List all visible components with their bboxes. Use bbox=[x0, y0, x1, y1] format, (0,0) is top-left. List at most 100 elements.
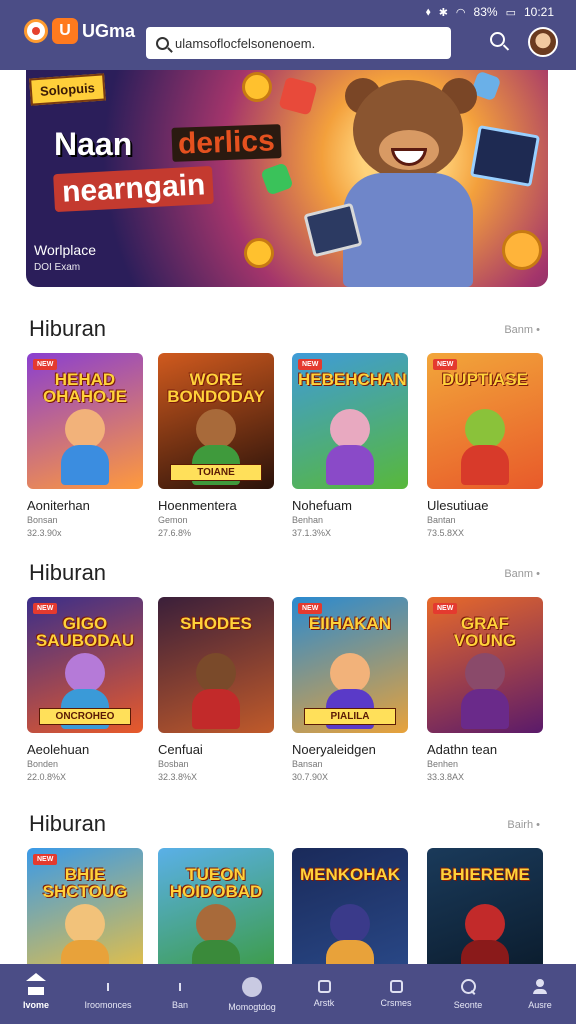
nav-item[interactable]: Arstk bbox=[288, 964, 360, 1024]
nav-item[interactable]: Iroomonces bbox=[72, 964, 144, 1024]
game-category: Bansan bbox=[292, 759, 323, 769]
nav-item[interactable]: Crsmes bbox=[360, 964, 432, 1024]
character-icon bbox=[196, 904, 236, 944]
hero-banner[interactable]: Solopuis Naan derlics nearngain Worlplac… bbox=[26, 70, 548, 287]
notification-icon: ⬧ bbox=[425, 5, 431, 18]
nav-item[interactable]: Seonte bbox=[432, 964, 504, 1024]
nav-label: Ban bbox=[171, 999, 188, 1010]
new-badge: NEW bbox=[33, 854, 58, 865]
character-icon bbox=[465, 904, 505, 944]
character-icon bbox=[65, 904, 105, 944]
game-card[interactable]: SHODES Cenfuai Bosban 32.3.8%X bbox=[158, 597, 274, 783]
avatar[interactable] bbox=[528, 27, 558, 57]
game-name[interactable]: Nohefuam bbox=[292, 498, 408, 513]
section-title: Hiburan bbox=[29, 811, 107, 836]
game-name[interactable]: Aeolehuan bbox=[27, 742, 143, 757]
nav-label: Ausre bbox=[528, 999, 552, 1010]
section-more-link[interactable]: Bairh • bbox=[507, 819, 540, 831]
game-category: Gemon bbox=[158, 515, 188, 525]
game-name[interactable]: Hoenmentera bbox=[158, 498, 274, 513]
game-card[interactable]: NEW HEBEHCHAN Nohefuam Benhan 37.1.3%X bbox=[292, 353, 408, 539]
game-art-title: SHODES bbox=[180, 614, 252, 633]
top-header: ⬧ ✱ ◠ 83% ▭ 10:21 U UGma bbox=[0, 0, 576, 70]
banner-ribbon: Solopuis bbox=[29, 73, 106, 106]
character-icon bbox=[465, 409, 505, 449]
new-badge: NEW bbox=[298, 603, 323, 614]
banner-title-line2: nearngain bbox=[53, 165, 215, 213]
game-category: Bosban bbox=[158, 759, 189, 769]
game-thumbnail[interactable]: NEW GIGO SAUBODAU ONCROHEO bbox=[27, 597, 143, 733]
banner-title-part1: Naan bbox=[54, 126, 133, 162]
new-badge: NEW bbox=[433, 359, 458, 370]
game-thumbnail[interactable]: NEW EIIHAKAN PIALILA bbox=[292, 597, 408, 733]
character-body-icon bbox=[461, 445, 509, 485]
banner-subtitle: Worlplace bbox=[34, 242, 96, 258]
nav-item[interactable]: Ivome bbox=[0, 964, 72, 1024]
header-search-icon[interactable] bbox=[490, 32, 510, 52]
game-name[interactable]: Adathn tean bbox=[427, 742, 543, 757]
game-thumbnail[interactable]: NEW DUPTIASE bbox=[427, 353, 543, 489]
more-dot-icon: • bbox=[536, 324, 540, 336]
square-icon bbox=[317, 980, 331, 993]
search-icon bbox=[460, 978, 476, 995]
game-art-banner: TOIANE bbox=[170, 464, 262, 481]
game-category: Bonsan bbox=[27, 515, 58, 525]
game-card[interactable]: WORE BONDODAY TOIANE Hoenmentera Gemon 27.6.… bbox=[158, 353, 274, 539]
game-name[interactable]: Aoniterhan bbox=[27, 498, 143, 513]
app-logo[interactable]: U UGma bbox=[24, 18, 135, 44]
section-more-link[interactable]: Banm • bbox=[504, 568, 540, 580]
game-art-title: WORE BONDODAY bbox=[167, 370, 265, 406]
circle-icon bbox=[242, 976, 262, 997]
game-rating: 30.7.90X bbox=[292, 772, 329, 782]
character-body-icon bbox=[192, 689, 240, 729]
game-card[interactable]: NEW EIIHAKAN PIALILA Noeryaleidgen Bansan 30.… bbox=[292, 597, 408, 783]
game-rating: 73.5.8XX bbox=[427, 528, 465, 538]
game-thumbnail[interactable]: SHODES bbox=[158, 597, 274, 733]
game-thumbnail[interactable]: WORE BONDODAY TOIANE bbox=[158, 353, 274, 489]
game-rating: 37.1.3%X bbox=[292, 528, 332, 538]
game-category: Bonden bbox=[27, 759, 59, 769]
battery-percent: 83% bbox=[473, 5, 498, 19]
character-icon bbox=[465, 653, 505, 693]
game-art-title: GIGO SAUBODAU bbox=[35, 614, 135, 650]
nav-item[interactable]: Ausre bbox=[504, 964, 576, 1024]
game-art-title: HEHAD OHAHOJE bbox=[42, 370, 128, 406]
character-body-icon bbox=[461, 689, 509, 729]
logo-badge-icon: U bbox=[52, 18, 78, 44]
section-more-link[interactable]: Banm • bbox=[504, 324, 540, 336]
section-title: Hiburan bbox=[29, 560, 107, 585]
game-card[interactable]: NEW GRAF VOUNG Adathn tean Benhen 33.3.8AX bbox=[427, 597, 543, 783]
game-thumbnail[interactable]: NEW GRAF VOUNG bbox=[427, 597, 543, 733]
bluetooth-icon: ✱ bbox=[438, 6, 448, 19]
game-rating: 33.3.8AX bbox=[427, 772, 465, 782]
game-name[interactable]: Noeryaleidgen bbox=[292, 742, 408, 757]
game-card[interactable]: NEW HEHAD OHAHOJE Aoniterhan Bonsan 32.3.90x bbox=[27, 353, 143, 539]
game-art-banner: PIALILA bbox=[304, 708, 396, 725]
game-card[interactable]: NEW DUPTIASE Ulesutiuae Bantan 73.5.8XX bbox=[427, 353, 543, 539]
search-input[interactable] bbox=[175, 35, 445, 51]
game-art-title: GRAF VOUNG bbox=[453, 614, 517, 650]
game-rating: 22.0.8%X bbox=[27, 772, 67, 782]
more-dot-icon: • bbox=[536, 819, 540, 831]
nav-item[interactable]: Momogtdog bbox=[216, 964, 288, 1024]
game-name[interactable]: Cenfuai bbox=[158, 742, 274, 757]
more-label: Banm bbox=[504, 324, 534, 336]
game-art-title: MENKOHAK bbox=[299, 865, 401, 884]
clock: 10:21 bbox=[523, 5, 554, 19]
game-thumbnail[interactable]: NEW HEBEHCHAN bbox=[292, 353, 408, 489]
user-icon bbox=[532, 978, 548, 995]
game-art-title: BHIE SHCTOUG bbox=[42, 865, 128, 901]
search-bar[interactable] bbox=[146, 27, 451, 59]
dice-icon bbox=[278, 76, 318, 116]
new-badge: NEW bbox=[33, 603, 58, 614]
bear-mascot bbox=[331, 78, 501, 287]
more-label: Banm bbox=[504, 568, 534, 580]
game-rating: 27.6.8% bbox=[158, 528, 192, 538]
coin-icon bbox=[244, 238, 274, 268]
game-thumbnail[interactable]: NEW HEHAD OHAHOJE bbox=[27, 353, 143, 489]
game-card[interactable]: NEW GIGO SAUBODAU ONCROHEO Aeolehuan Bonden 2… bbox=[27, 597, 143, 783]
game-name[interactable]: Ulesutiuae bbox=[427, 498, 543, 513]
dice-icon bbox=[260, 162, 294, 196]
battery-icon: ▭ bbox=[505, 6, 516, 19]
nav-item[interactable]: Ban bbox=[144, 964, 216, 1024]
